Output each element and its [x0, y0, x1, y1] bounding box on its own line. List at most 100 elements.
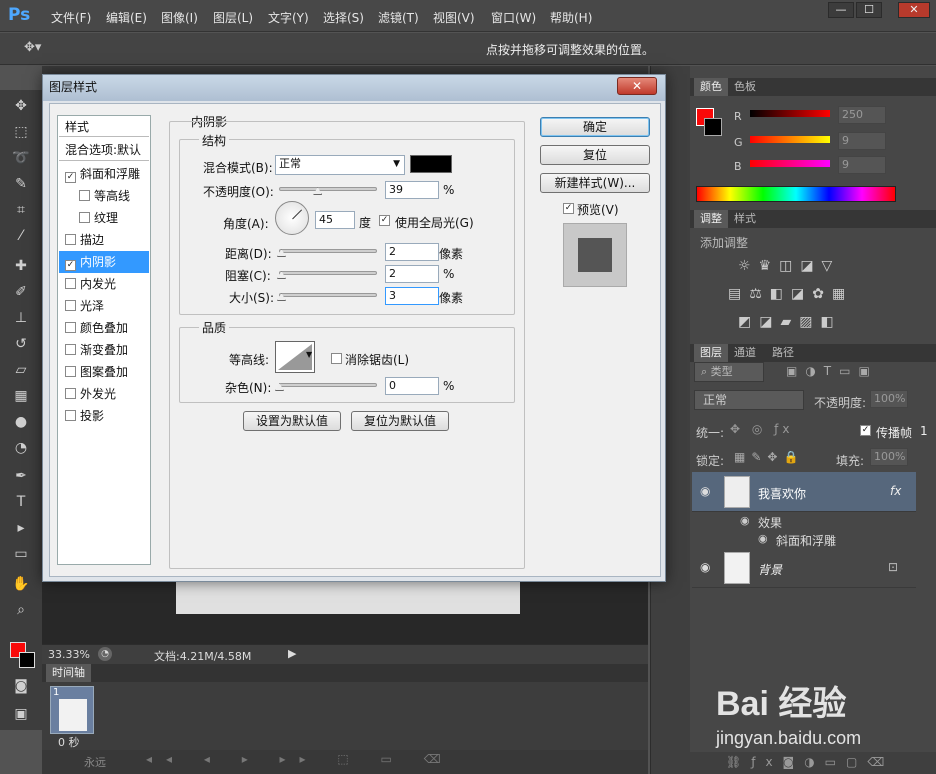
eye-icon[interactable]: ◉: [700, 484, 710, 498]
layer-row[interactable]: ◉ 我喜欢你 fx: [692, 472, 916, 512]
pen-icon[interactable]: ✒: [10, 466, 32, 486]
menu-image[interactable]: 图像(I): [161, 9, 198, 26]
path-select-icon[interactable]: ▸: [10, 518, 32, 538]
fx-icon[interactable]: fx: [890, 484, 901, 498]
opacity-slider[interactable]: [279, 187, 377, 191]
contour-picker[interactable]: ▼: [275, 341, 315, 373]
effects-eye-icon[interactable]: ◉: [740, 514, 750, 527]
lock-icons[interactable]: ▦✎✥🔒: [734, 450, 804, 464]
tab-styles[interactable]: 样式: [728, 210, 762, 228]
style-item[interactable]: 外发光: [59, 383, 149, 405]
distance-field[interactable]: 2: [385, 243, 439, 261]
layer-opacity-field[interactable]: 100%: [870, 390, 908, 408]
history-brush-icon[interactable]: ↺: [10, 334, 32, 354]
style-checkbox[interactable]: [65, 322, 76, 333]
close-window-button[interactable]: ✕: [898, 2, 930, 18]
background-color-swatch[interactable]: [19, 652, 35, 668]
g-slider[interactable]: [750, 136, 830, 143]
layers-footer-icons[interactable]: ⛓ƒx◙◑▭▢⌫: [726, 755, 894, 769]
b-slider[interactable]: [750, 160, 830, 167]
tab-channels[interactable]: 通道: [728, 344, 762, 362]
tab-layers[interactable]: 图层: [694, 344, 728, 362]
dodge-icon[interactable]: ◔: [10, 438, 32, 458]
loop-select[interactable]: 永远: [84, 754, 106, 770]
maximize-button[interactable]: ☐: [856, 2, 882, 18]
layer-name[interactable]: 我喜欢你: [758, 485, 806, 502]
panel-bg-swatch[interactable]: [704, 118, 722, 136]
shadow-color-swatch[interactable]: [410, 155, 452, 173]
g-field[interactable]: 9: [838, 132, 886, 150]
adjustment-icons-row3[interactable]: ◩◪▰▨◧: [738, 314, 842, 330]
layer-filter-icons[interactable]: ▣◑T▭▣: [786, 364, 878, 378]
tab-color[interactable]: 颜色: [694, 78, 728, 96]
preview-checkbox[interactable]: ✓: [563, 203, 574, 214]
menu-select[interactable]: 选择(S): [323, 9, 364, 26]
tab-timeline[interactable]: 时间轴: [46, 664, 91, 682]
style-checkbox[interactable]: [65, 344, 76, 355]
antialias-checkbox[interactable]: [331, 353, 342, 364]
style-checkbox[interactable]: [65, 278, 76, 289]
layer-name[interactable]: 背景: [758, 561, 782, 578]
make-default-button[interactable]: 设置为默认值: [243, 411, 341, 431]
ok-button[interactable]: 确定: [540, 117, 650, 137]
eye-icon[interactable]: ◉: [700, 560, 710, 574]
style-checkbox[interactable]: [65, 388, 76, 399]
style-item[interactable]: 渐变叠加: [59, 339, 149, 361]
distance-slider[interactable]: [279, 249, 377, 253]
document-canvas[interactable]: [176, 580, 520, 614]
style-item[interactable]: 图案叠加: [59, 361, 149, 383]
effect-eye-icon[interactable]: ◉: [758, 532, 768, 545]
reset-default-button[interactable]: 复位为默认值: [351, 411, 449, 431]
healing-icon[interactable]: ✚: [10, 256, 32, 276]
style-checkbox[interactable]: [65, 300, 76, 311]
adjustment-icons-row1[interactable]: ☼♛◫◪▽: [738, 258, 840, 274]
blend-options-item[interactable]: 混合选项:默认: [59, 139, 149, 161]
effect-item-row[interactable]: ◉ 斜面和浮雕: [692, 530, 916, 548]
quick-mask-icon[interactable]: ◙: [10, 676, 32, 696]
r-field[interactable]: 250: [838, 106, 886, 124]
choke-field[interactable]: 2: [385, 265, 439, 283]
zoom-level[interactable]: 33.33%: [48, 648, 90, 661]
style-item[interactable]: 投影: [59, 405, 149, 427]
r-slider[interactable]: [750, 110, 830, 117]
style-item[interactable]: 内发光: [59, 273, 149, 295]
style-checkbox[interactable]: ✓: [65, 172, 76, 183]
noise-slider[interactable]: [279, 383, 377, 387]
menu-view[interactable]: 视图(V): [433, 9, 475, 26]
blend-mode-dropdown[interactable]: 正常 ▼: [275, 155, 405, 175]
opacity-field[interactable]: 39: [385, 181, 439, 199]
hand-icon[interactable]: ✋: [10, 574, 32, 594]
tab-paths[interactable]: 路径: [766, 344, 800, 362]
global-light-checkbox[interactable]: ✓: [379, 215, 390, 226]
menu-layer[interactable]: 图层(L): [213, 9, 253, 26]
tab-swatches[interactable]: 色板: [728, 78, 762, 96]
style-item[interactable]: 光泽: [59, 295, 149, 317]
new-style-button[interactable]: 新建样式(W)...: [540, 173, 650, 193]
style-item[interactable]: 等高线: [59, 185, 149, 207]
color-spectrum[interactable]: [696, 186, 896, 202]
status-menu-arrow-icon[interactable]: ▶: [288, 647, 296, 660]
crop-icon[interactable]: ⌗: [10, 200, 32, 220]
styles-header[interactable]: 样式: [59, 117, 149, 137]
stamp-icon[interactable]: ⊥: [10, 308, 32, 328]
gradient-icon[interactable]: ▦: [10, 386, 32, 406]
lasso-icon[interactable]: ➰: [10, 148, 32, 168]
minimize-button[interactable]: —: [828, 2, 854, 18]
menu-help[interactable]: 帮助(H): [550, 9, 592, 26]
b-field[interactable]: 9: [838, 156, 886, 174]
size-field[interactable]: 3: [385, 287, 439, 305]
fill-field[interactable]: 100%: [870, 448, 908, 466]
menu-edit[interactable]: 编辑(E): [106, 9, 147, 26]
zoom-icon[interactable]: ⌕: [10, 600, 32, 620]
choke-slider[interactable]: [279, 271, 377, 275]
blend-mode-select[interactable]: 正常: [694, 390, 804, 410]
style-checkbox[interactable]: [65, 234, 76, 245]
style-item[interactable]: ✓ 斜面和浮雕: [59, 163, 149, 185]
frame-thumbnail[interactable]: 1: [50, 686, 94, 734]
noise-field[interactable]: 0: [385, 377, 439, 395]
timeline-controls[interactable]: ◂◂ ◂ ▸ ▸▸ ⬚ ▭ ⌫: [146, 752, 455, 766]
status-info-icon[interactable]: ◔: [98, 647, 112, 661]
size-slider[interactable]: [279, 293, 377, 297]
propagate-checkbox[interactable]: ✓: [860, 425, 871, 436]
shape-icon[interactable]: ▭: [10, 544, 32, 564]
